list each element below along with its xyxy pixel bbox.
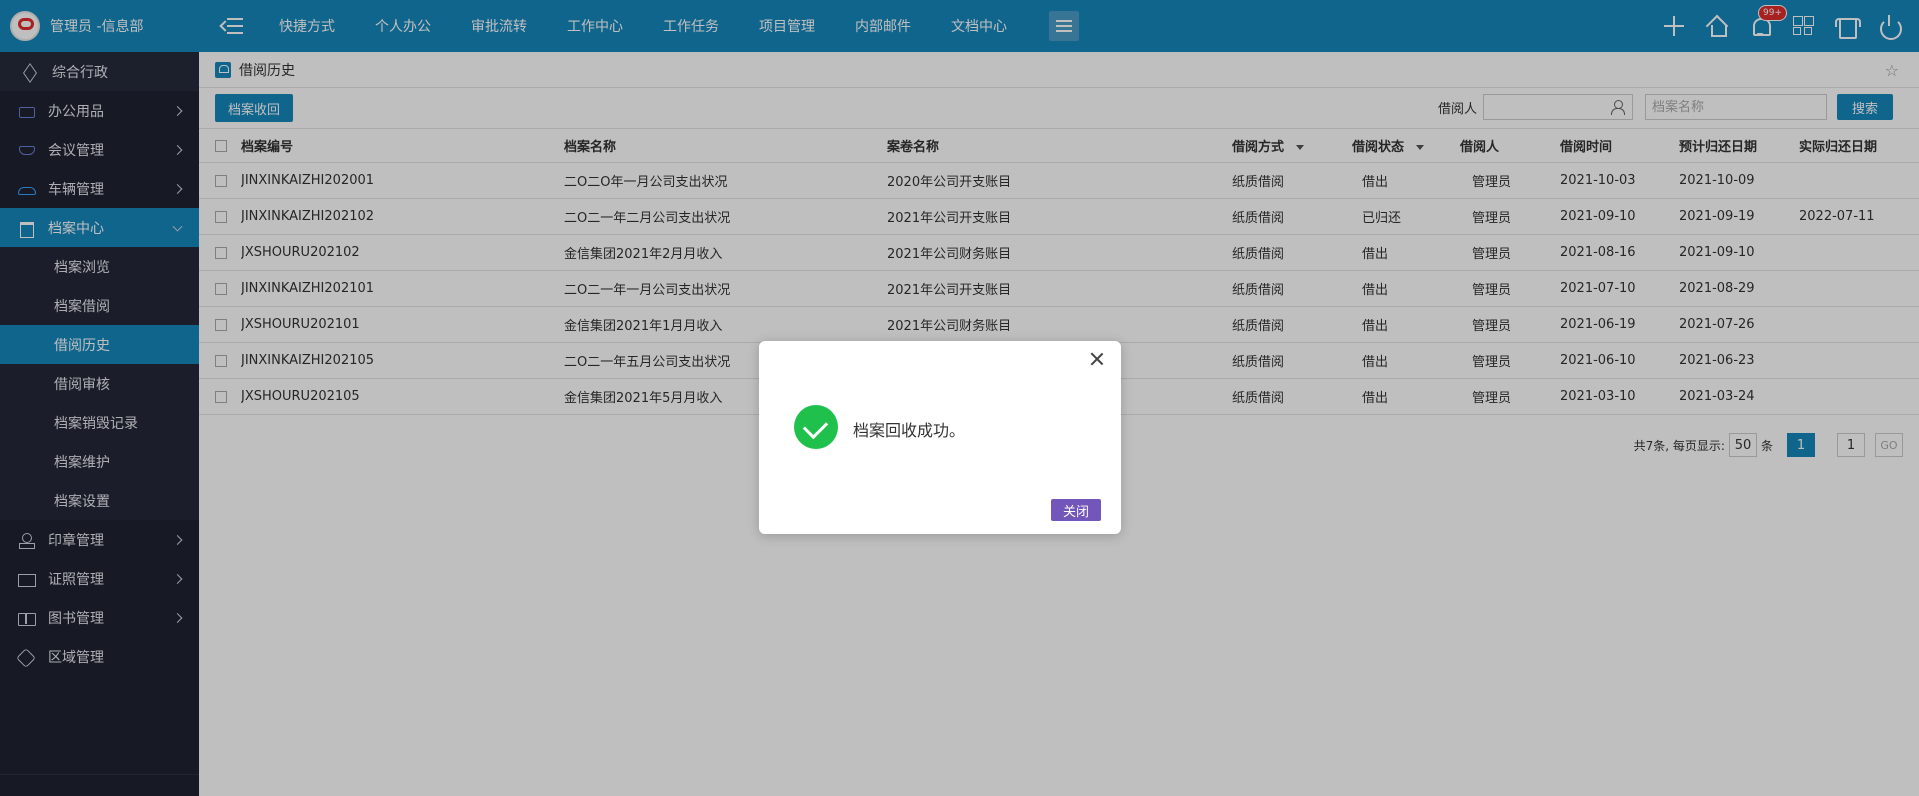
success-check-icon — [794, 405, 838, 449]
success-dialog: 档案回收成功。 关闭 — [759, 341, 1121, 534]
dialog-message: 档案回收成功。 — [853, 421, 966, 440]
dialog-close-button[interactable]: 关闭 — [1050, 499, 1101, 521]
close-icon[interactable] — [1089, 351, 1105, 367]
